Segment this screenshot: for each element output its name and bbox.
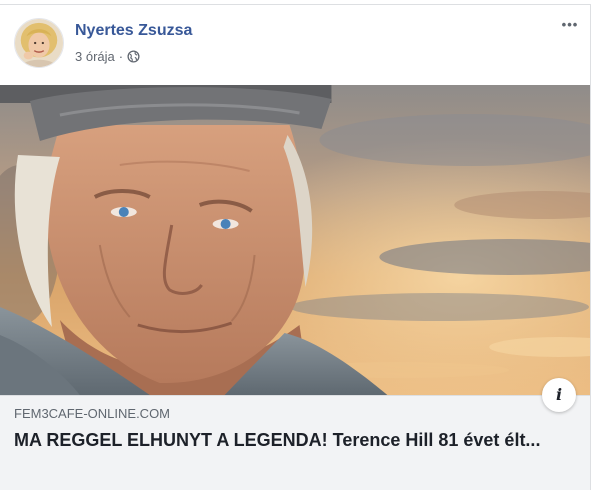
author-name[interactable]: Nyertes Zsuzsa (75, 22, 192, 40)
link-preview[interactable]: FEM3CAFE-ONLINE.COM MA REGGEL ELHUNYT A … (0, 395, 590, 490)
post-card: Nyertes Zsuzsa 3 órája · ••• FEM3CAFE-ON… (0, 4, 591, 490)
author-avatar[interactable] (14, 18, 64, 68)
globe-icon[interactable] (127, 50, 140, 63)
avatar-image (15, 19, 63, 67)
more-options-icon[interactable]: ••• (556, 15, 584, 35)
post-link-image[interactable] (0, 85, 590, 395)
post-timestamp[interactable]: 3 órája (75, 49, 115, 64)
link-title[interactable]: MA REGGEL ELHUNYT A LEGENDA! Terence Hil… (14, 426, 576, 454)
post-meta: 3 órája · (75, 49, 140, 64)
meta-separator: · (118, 49, 124, 64)
link-domain: FEM3CAFE-ONLINE.COM (14, 406, 171, 421)
info-icon[interactable]: i (542, 378, 576, 412)
